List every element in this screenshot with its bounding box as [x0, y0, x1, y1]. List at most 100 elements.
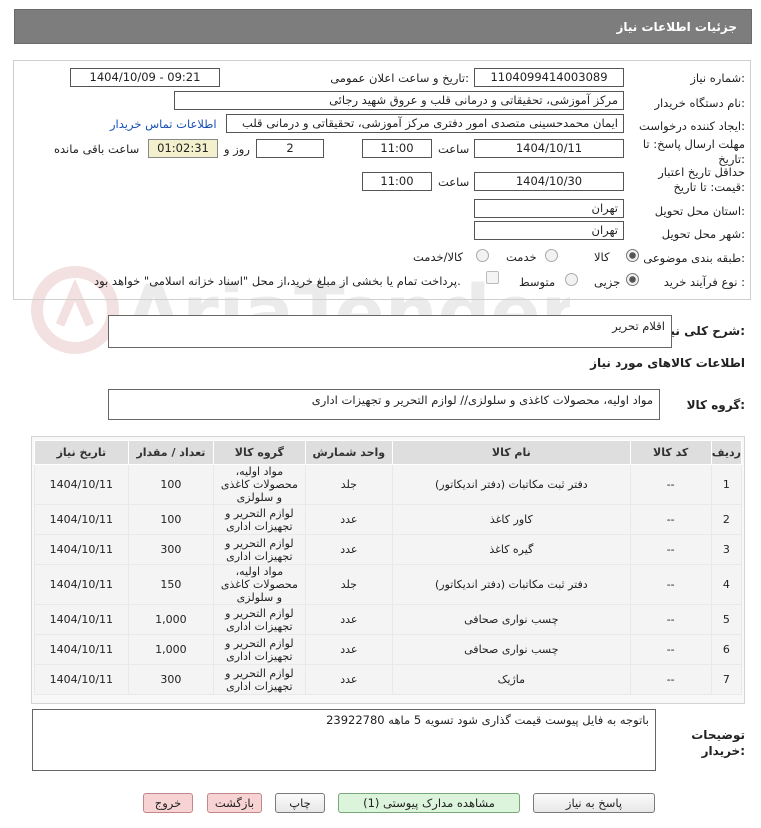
buyer-notes-field: باتوجه به فایل پیوست قیمت گذاری شود تسوی… [32, 709, 656, 771]
item-code-cell: -- [629, 664, 712, 695]
print-button[interactable]: چاپ [275, 793, 325, 813]
quantity-cell: 100 [127, 464, 215, 505]
remaining-label: ساعت باقی مانده [54, 142, 140, 156]
group-cell: مواد اولیه، محصولات کاغذی و سلولزی [213, 464, 306, 505]
page-header: جزئیات اطلاعات نیاز [14, 9, 752, 44]
goods-group-label: گروه کالا: [686, 398, 745, 412]
need-date-cell: 1404/10/11 [34, 604, 129, 635]
row-number-cell: 2 [710, 504, 743, 535]
process-radio-medium[interactable] [565, 273, 578, 286]
unit-cell: عدد [304, 604, 394, 635]
buyer-notes-label: توضیحات خریدار: [691, 728, 745, 758]
need-number-label: شماره نیاز: [690, 71, 745, 85]
quantity-cell: 1,000 [127, 604, 215, 635]
table-row: 5 -- چسب نواری صحافی عدد لوازم التحریر و تجه… [34, 604, 743, 635]
buyer-contact-link[interactable]: اطلاعات تماس خریدار [110, 117, 217, 131]
need-date-cell: 1404/10/11 [34, 664, 129, 695]
group-cell: لوازم التحریر و تجهیزات اداری [213, 504, 306, 535]
item-name-cell: کاور کاغذ [392, 504, 631, 535]
days-label: روز و [224, 142, 250, 156]
group-cell: لوازم التحریر و تجهیزات اداری [213, 604, 306, 635]
item-code-cell: -- [629, 464, 712, 505]
category-option-goods: کالا [594, 250, 610, 264]
item-name-cell: دفتر ثبت مکاتبات (دفتر اندیکاتور) [392, 564, 631, 605]
deadline-time-field: 11:00 [362, 139, 432, 158]
need-date-cell: 1404/10/11 [34, 464, 129, 505]
item-code-cell: -- [629, 604, 712, 635]
page-title: جزئیات اطلاعات نیاز [616, 20, 737, 34]
announce-datetime-field: 1404/10/09 - 09:21 [70, 68, 220, 87]
deadline-time-label: ساعت [438, 142, 470, 156]
table-row: 1 -- دفتر ثبت مکاتبات (دفتر اندیکاتور) جلد م… [34, 464, 743, 505]
category-radio-goods-service[interactable] [476, 249, 489, 262]
quantity-cell: 300 [127, 664, 215, 695]
city-field: تهران [474, 221, 624, 240]
validity-time-field: 11:00 [362, 172, 432, 191]
unit-cell: جلد [304, 564, 394, 605]
group-cell: مواد اولیه، محصولات کاغذی و سلولزی [213, 564, 306, 605]
item-name-cell: چسب نواری صحافی [392, 634, 631, 665]
creator-label: ایجاد کننده درخواست: [639, 119, 745, 133]
validity-time-label: ساعت [438, 175, 470, 189]
category-radio-service[interactable] [545, 249, 558, 262]
quantity-cell: 100 [127, 504, 215, 535]
table-row: 4 -- دفتر ثبت مکاتبات (دفتر اندیکاتور) جلد م… [34, 564, 743, 605]
view-attachments-button[interactable]: مشاهده مدارک پیوستی (1) [338, 793, 520, 813]
item-code-cell: -- [629, 564, 712, 605]
category-radio-goods[interactable] [626, 249, 639, 262]
category-label: طبقه بندی موضوعی: [643, 251, 745, 265]
back-button[interactable]: بازگشت [207, 793, 262, 813]
process-option-medium: متوسط [519, 275, 556, 289]
exit-button[interactable]: خروج [143, 793, 193, 813]
deadline-date-field: 1404/10/11 [474, 139, 624, 158]
need-date-cell: 1404/10/11 [34, 564, 129, 605]
days-field: 2 [256, 139, 324, 158]
group-cell: لوازم التحریر و تجهیزات اداری [213, 634, 306, 665]
item-code-cell: -- [629, 634, 712, 665]
validity-date-field: 1404/10/30 [474, 172, 624, 191]
unit-cell: عدد [304, 504, 394, 535]
validity-label: حداقل تاریخ اعتبار قیمت: تا تاریخ: [658, 165, 745, 194]
remaining-time-field: 01:02:31 [148, 139, 218, 158]
col-header-unit: واحد شمارش [304, 440, 394, 465]
treasury-payment-checkbox[interactable] [486, 271, 499, 284]
need-number-field: 1104099414003089 [474, 68, 624, 87]
deadline-label: مهلت ارسال پاسخ: تا تاریخ: [642, 137, 745, 166]
col-header-item-name: نام کالا [392, 440, 631, 465]
item-name-cell: ماژیک [392, 664, 631, 695]
table-row: 3 -- گیره کاغذ عدد لوازم التحریر و تجهیزات ا… [34, 534, 743, 565]
unit-cell: جلد [304, 464, 394, 505]
process-radio-minor[interactable] [626, 273, 639, 286]
table-row: 7 -- ماژیک عدد لوازم التحریر و تجهیزات اداری… [34, 664, 743, 695]
unit-cell: عدد [304, 664, 394, 695]
item-name-cell: چسب نواری صحافی [392, 604, 631, 635]
items-table: ردیف کد کالا نام کالا واحد شمارش گروه کا… [34, 440, 743, 695]
creator-field: ایمان محمدحسینی متصدی امور دفتری مرکز آم… [226, 114, 624, 133]
row-number-cell: 6 [710, 634, 743, 665]
need-date-cell: 1404/10/11 [34, 534, 129, 565]
announce-label: تاریخ و ساعت اعلان عمومی: [330, 71, 469, 85]
table-header-row: ردیف کد کالا نام کالا واحد شمارش گروه کا… [34, 440, 743, 465]
unit-cell: عدد [304, 534, 394, 565]
process-label: نوع فرآیند خرید : [663, 275, 745, 289]
row-number-cell: 1 [710, 464, 743, 505]
item-name-cell: گیره کاغذ [392, 534, 631, 565]
province-label: استان محل تحویل: [654, 204, 745, 218]
reply-button[interactable]: پاسخ به نیاز [533, 793, 655, 813]
unit-cell: عدد [304, 634, 394, 665]
row-number-cell: 4 [710, 564, 743, 605]
table-row: 2 -- کاور کاغذ عدد لوازم التحریر و تجهیزات ا… [34, 504, 743, 535]
col-header-item-code: کد کالا [629, 440, 712, 465]
col-header-need-date: تاریخ نیاز [34, 440, 129, 465]
province-field: تهران [474, 199, 624, 218]
summary-field: اقلام تحریر [108, 315, 672, 348]
row-number-cell: 5 [710, 604, 743, 635]
buyer-label: نام دستگاه خریدار: [654, 96, 745, 110]
category-option-service: خدمت [506, 250, 537, 264]
col-header-group: گروه کالا [213, 440, 306, 465]
goods-group-field: مواد اولیه، محصولات کاغذی و سلولزی// لوا… [108, 389, 660, 420]
city-label: شهر محل تحویل: [661, 227, 745, 241]
row-number-cell: 3 [710, 534, 743, 565]
row-number-cell: 7 [710, 664, 743, 695]
col-header-row-number: ردیف [710, 440, 743, 465]
